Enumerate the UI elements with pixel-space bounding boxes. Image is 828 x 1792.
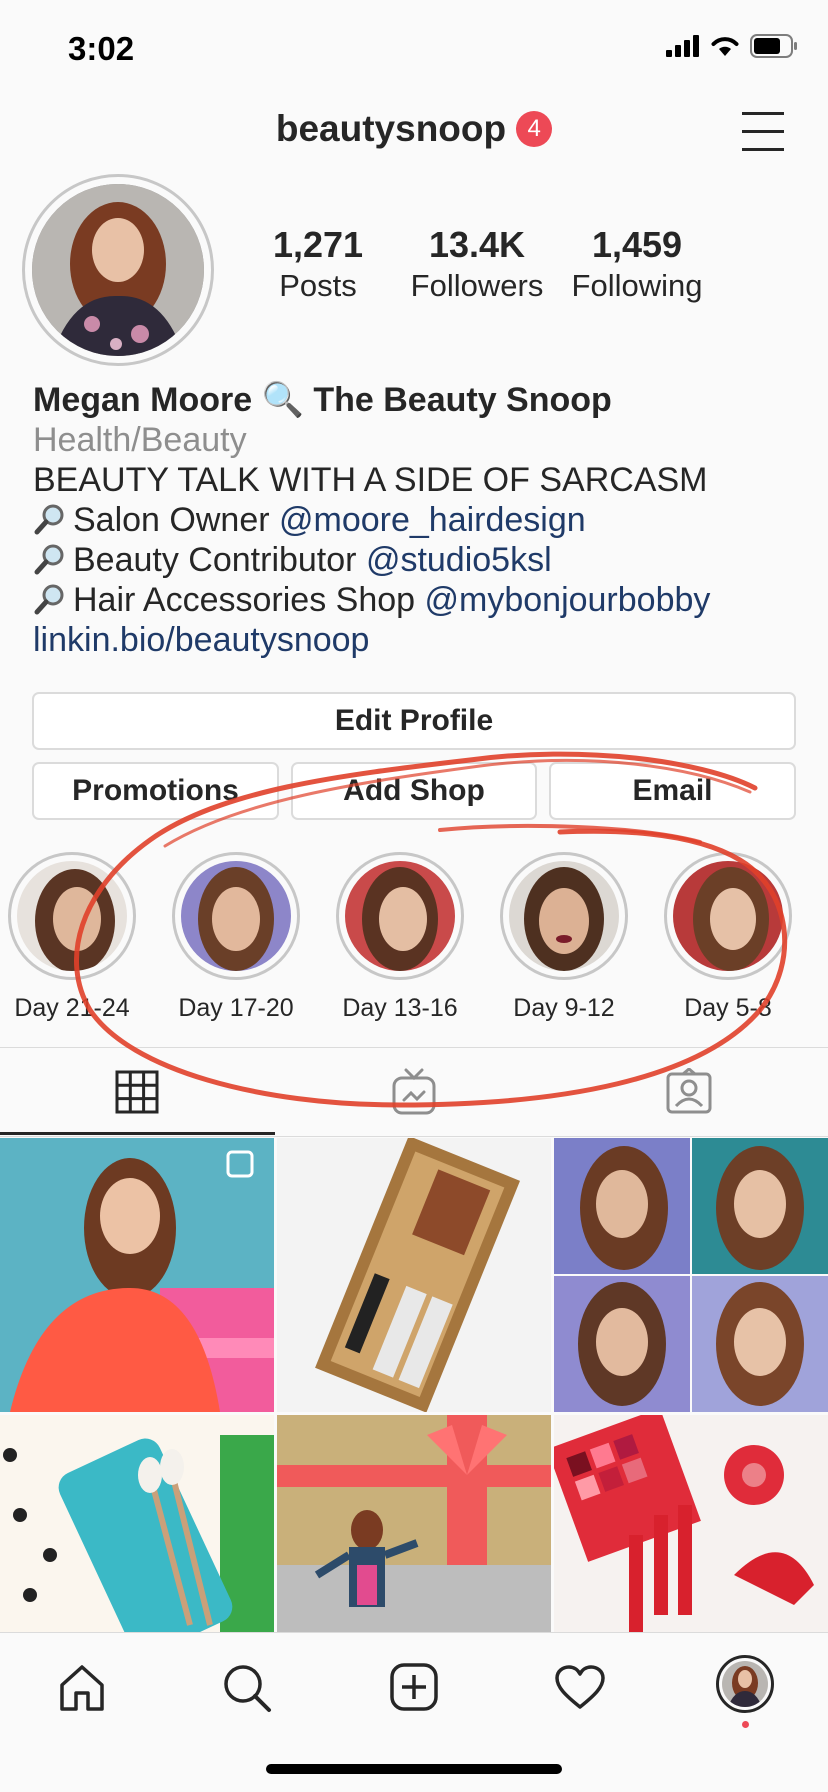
bio-text: Salon Owner: [73, 501, 279, 539]
following-stat[interactable]: 1,459 Following: [565, 224, 709, 304]
home-indicator: [266, 1764, 562, 1774]
post-thumbnail[interactable]: [277, 1138, 551, 1412]
following-label: Following: [571, 268, 703, 303]
post-thumbnail[interactable]: [0, 1415, 274, 1632]
post-thumbnail[interactable]: [554, 1138, 828, 1412]
username[interactable]: beautysnoop: [276, 108, 506, 150]
posts-label: Posts: [279, 268, 357, 303]
post-image: [0, 1138, 274, 1412]
bio-line-shop: Hair Accessories Shop @mybonjourbobby: [33, 580, 803, 620]
posts-count: 1,271: [272, 224, 364, 265]
bio-tagline: BEAUTY TALK WITH A SIDE OF SARCASM: [33, 461, 708, 499]
highlight-label: Day 9-12: [513, 994, 615, 1022]
highlight-label: Day 5-8: [684, 994, 772, 1022]
story-highlight[interactable]: Day 13-16: [336, 852, 464, 1023]
bio-website-link[interactable]: linkin.bio/beautysnoop: [33, 620, 803, 660]
mention-link[interactable]: @mybonjourbobby: [425, 581, 711, 619]
post-image: [554, 1138, 828, 1412]
email-button[interactable]: Email: [549, 762, 796, 820]
post-image: [277, 1138, 551, 1412]
followers-count: 13.4K: [428, 224, 526, 265]
profile-category: Health/Beauty: [33, 421, 247, 459]
new-post-icon[interactable]: [390, 1663, 438, 1711]
search-icon[interactable]: [222, 1663, 272, 1713]
magnifier-icon: [34, 544, 64, 575]
battery-icon: [750, 34, 797, 58]
home-icon[interactable]: [58, 1663, 106, 1711]
profile-bio: Megan Moore 🔍 The Beauty Snoop Health/Be…: [33, 380, 803, 660]
bio-text: Beauty Contributor: [73, 541, 366, 579]
highlight-cover: [181, 861, 291, 971]
bio-text: Hair Accessories Shop: [73, 581, 425, 619]
hamburger-menu-icon[interactable]: [742, 112, 784, 152]
post-thumbnail[interactable]: [554, 1415, 828, 1632]
post-thumbnail[interactable]: [277, 1415, 551, 1632]
magnifier-icon: [34, 584, 64, 615]
tagged-icon[interactable]: [666, 1068, 712, 1114]
post-image: [554, 1415, 828, 1632]
profile-tab-avatar[interactable]: [716, 1655, 774, 1713]
heart-icon[interactable]: [555, 1665, 605, 1709]
magnifier-icon: [34, 504, 64, 535]
grid-icon[interactable]: [115, 1070, 159, 1114]
highlight-cover: [345, 861, 455, 971]
mention-link[interactable]: @moore_hairdesign: [279, 501, 586, 539]
profile-avatar[interactable]: [22, 174, 214, 366]
post-image: [0, 1415, 274, 1632]
story-highlight[interactable]: Day 9-12: [500, 852, 628, 1023]
post-thumbnail[interactable]: [0, 1138, 274, 1412]
promotions-button[interactable]: Promotions: [32, 762, 279, 820]
igtv-icon[interactable]: [392, 1068, 436, 1116]
notification-badge[interactable]: 4: [516, 111, 553, 147]
profile-photo: [722, 1661, 768, 1707]
profile-tab-bar: [0, 1047, 828, 1137]
add-shop-button[interactable]: Add Shop: [291, 762, 537, 820]
posts-stat[interactable]: 1,271 Posts: [258, 224, 378, 304]
instagram-profile-screen: 3:02 beautysnoop 4 1,271 Posts 13.4K Fol…: [0, 0, 828, 1792]
highlight-cover: [509, 861, 619, 971]
bio-line-contributor: Beauty Contributor @studio5ksl: [33, 540, 803, 580]
story-highlight[interactable]: Day 5-8: [664, 852, 792, 1023]
cellular-signal-icon: [666, 35, 699, 57]
profile-photo: [32, 184, 204, 356]
status-icons: [666, 34, 798, 58]
highlight-label: Day 17-20: [178, 994, 294, 1022]
wifi-icon: [711, 37, 739, 56]
bio-line-salon: Salon Owner @moore_hairdesign: [33, 500, 803, 540]
display-name: Megan Moore 🔍 The Beauty Snoop: [33, 381, 612, 419]
highlight-cover: [673, 861, 783, 971]
activity-dot: [742, 1721, 749, 1728]
highlight-label: Day 13-16: [342, 994, 458, 1022]
active-tab-indicator: [0, 1132, 275, 1135]
followers-stat[interactable]: 13.4K Followers: [405, 224, 549, 304]
highlight-label: Day 21-24: [14, 994, 130, 1022]
story-highlight[interactable]: Day 21-24: [8, 852, 136, 1023]
highlight-cover: [17, 861, 127, 971]
followers-label: Followers: [410, 268, 544, 303]
edit-profile-button[interactable]: Edit Profile: [32, 692, 796, 750]
story-highlight[interactable]: Day 17-20: [172, 852, 300, 1023]
mention-link[interactable]: @studio5ksl: [366, 541, 552, 579]
profile-header: beautysnoop 4: [0, 108, 828, 150]
status-time: 3:02: [68, 30, 135, 67]
post-image: [277, 1415, 551, 1632]
following-count: 1,459: [591, 224, 683, 265]
